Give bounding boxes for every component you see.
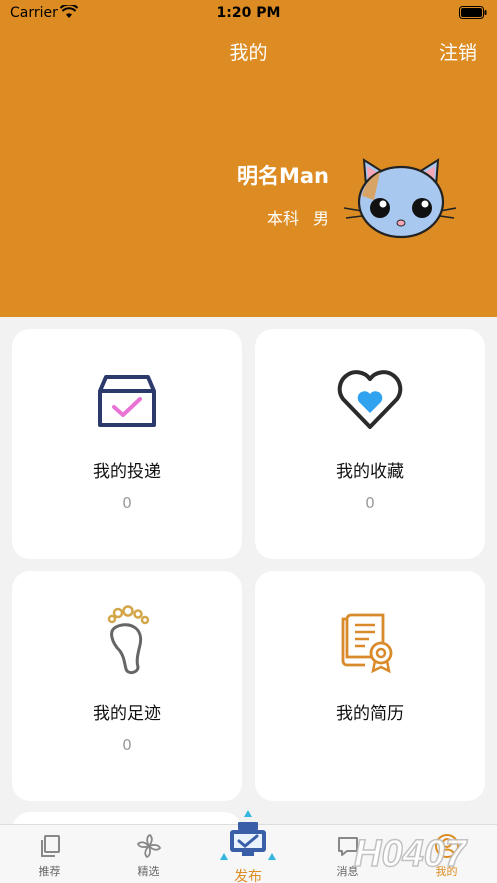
inbox-check-icon xyxy=(98,375,156,427)
resume-card[interactable]: 我的简历 xyxy=(255,571,485,801)
profile-gender: 男 xyxy=(312,209,329,228)
resume-certificate-icon xyxy=(341,613,393,674)
message-icon xyxy=(338,837,358,856)
status-bar: Carrier 1:20 PM xyxy=(0,0,497,26)
logout-button[interactable]: 注销 xyxy=(439,38,477,65)
page-title: 我的 xyxy=(229,42,268,64)
card-count: 0 xyxy=(122,494,132,512)
copy-pages-icon xyxy=(41,835,60,857)
card-title: 我的投递 xyxy=(93,462,161,482)
cat-avatar-icon[interactable] xyxy=(344,156,456,240)
footprint-icon xyxy=(107,605,150,675)
card-count: 0 xyxy=(122,736,132,754)
tab-messages[interactable]: 消息 xyxy=(298,825,397,883)
tab-recommend[interactable]: 推荐 xyxy=(0,825,99,883)
tab-publish-label[interactable]: 发布 xyxy=(216,866,280,883)
card-title: 我的收藏 xyxy=(336,462,404,482)
favorites-card[interactable]: 我的收藏 0 xyxy=(255,329,485,559)
tab-label: 我的 xyxy=(435,865,458,878)
tab-label: 消息 xyxy=(336,865,359,878)
card-count: 0 xyxy=(365,494,375,512)
heart-icon xyxy=(337,370,403,429)
tab-label: 精选 xyxy=(137,865,160,878)
tab-label: 推荐 xyxy=(38,865,61,878)
profile-degree: 本科 xyxy=(266,209,299,228)
profile-header: Carrier 1:20 PM 我的 注销 明名Man 本科男 xyxy=(0,0,497,317)
card-title: 我的足迹 xyxy=(93,704,161,724)
tab-featured[interactable]: 精选 xyxy=(99,825,198,883)
status-time: 1:20 PM xyxy=(216,5,281,21)
battery-icon xyxy=(459,6,487,19)
deliveries-card[interactable]: 我的投递 0 xyxy=(12,329,242,559)
footprints-card[interactable]: 我的足迹 0 xyxy=(12,571,242,801)
flower-emblem-icon xyxy=(136,833,162,859)
card-title: 我的简历 xyxy=(336,704,404,724)
profile-icon xyxy=(435,834,459,858)
publish-icon[interactable] xyxy=(216,808,280,862)
tab-mine[interactable]: 我的 xyxy=(397,825,496,883)
profile-name: 明名Man xyxy=(236,164,329,188)
profile-info: 本科男 xyxy=(253,205,329,229)
